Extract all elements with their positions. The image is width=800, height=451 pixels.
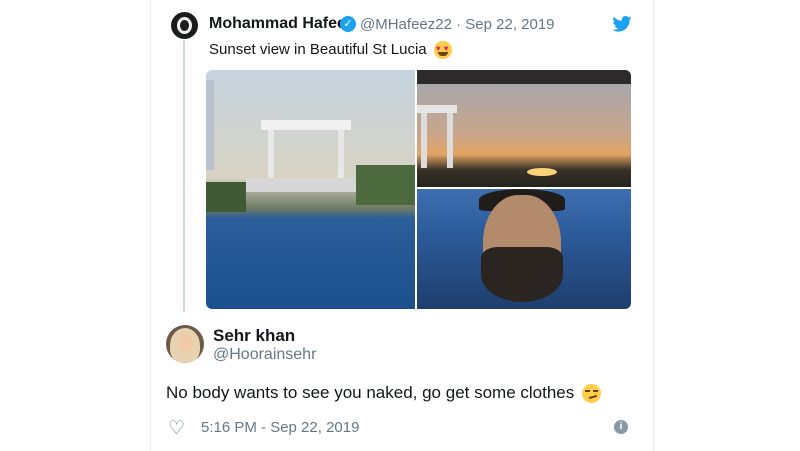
original-author-avatar[interactable] (171, 12, 198, 39)
twitter-bird-icon[interactable] (612, 16, 632, 32)
reply-author-name[interactable]: Sehr khan (213, 326, 295, 346)
smirk-emoji (581, 384, 601, 404)
original-tweet-text: Sunset view in Beautiful St Lucia ♥ ♥ (209, 41, 452, 60)
reply-tweet-text: No body wants to see you naked, go get s… (166, 383, 601, 404)
pool-photo[interactable] (206, 70, 415, 309)
reply-author-avatar[interactable] (166, 325, 204, 363)
thread-line (183, 40, 185, 312)
tweet-date[interactable]: Sep 22, 2019 (465, 16, 554, 33)
verified-badge-icon: ✓ (340, 16, 356, 32)
reply-timestamp[interactable]: 5:16 PM - Sep 22, 2019 (201, 419, 359, 436)
original-tweet-body: Sunset view in Beautiful St Lucia (209, 41, 427, 58)
heart-outline-icon[interactable]: ♡ (168, 419, 185, 438)
tweet-media-grid[interactable] (206, 70, 631, 309)
sunset-photo[interactable] (417, 70, 631, 187)
reply-author-handle[interactable]: @Hoorainsehr (213, 346, 316, 364)
handle-text[interactable]: @MHafeez22 (360, 16, 452, 33)
selfie-photo[interactable] (417, 189, 631, 309)
original-author-handle[interactable]: @MHafeez22 · Sep 22, 2019 (360, 16, 555, 33)
info-icon[interactable]: i (614, 420, 628, 434)
dot-separator: · (456, 16, 466, 33)
original-author-name[interactable]: Mohammad Hafeez (209, 15, 354, 33)
heart-eyes-emoji: ♥ ♥ (433, 41, 452, 60)
reply-tweet-body: No body wants to see you naked, go get s… (166, 383, 575, 402)
